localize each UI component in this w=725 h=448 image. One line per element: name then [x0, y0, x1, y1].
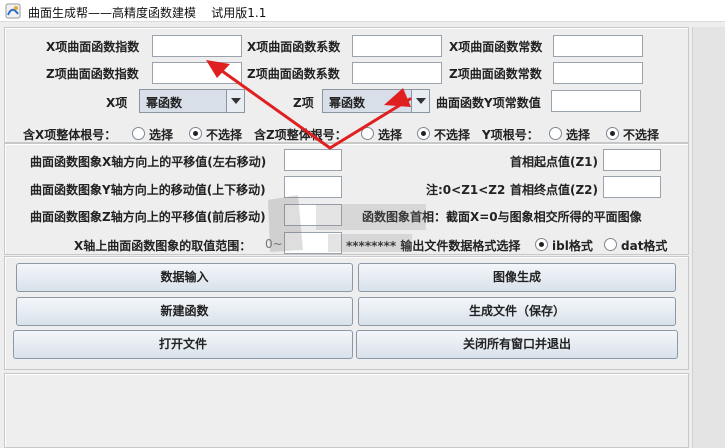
annotation-arrow-icon: [213, 64, 412, 150]
annotation-arrows: [206, 60, 412, 150]
arrowhead-icon: [384, 88, 411, 107]
